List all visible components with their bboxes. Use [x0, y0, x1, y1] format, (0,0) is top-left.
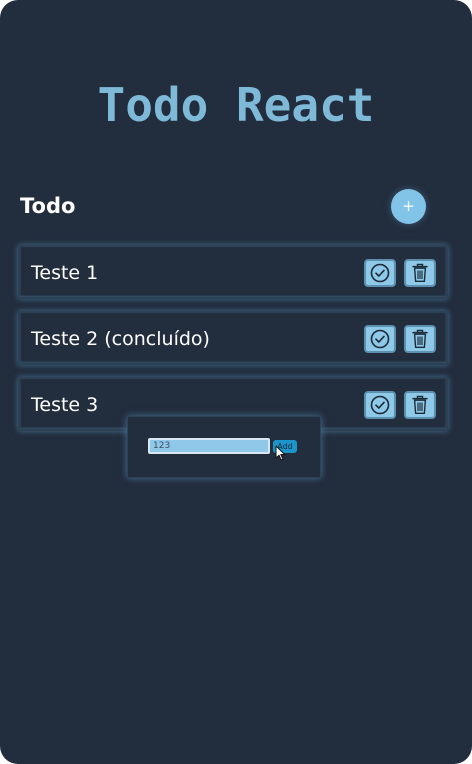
add-todo-button[interactable]: + — [391, 189, 426, 224]
trash-icon — [412, 263, 428, 282]
todo-label: Teste 1 — [31, 262, 99, 284]
delete-button[interactable] — [404, 325, 436, 353]
trash-icon — [412, 395, 428, 414]
todo-item: Teste 2 (concluído) — [18, 311, 448, 365]
mouse-pointer-icon — [275, 445, 286, 461]
app-title: Todo React — [97, 78, 375, 132]
check-circle-icon — [370, 395, 390, 415]
add-todo-popup: Add — [127, 416, 321, 478]
todo-label: Teste 3 — [31, 394, 99, 416]
check-circle-icon — [370, 329, 390, 349]
delete-button[interactable] — [404, 259, 436, 287]
todo-item: Teste 1 — [18, 245, 448, 299]
complete-button[interactable] — [364, 259, 396, 287]
check-circle-icon — [370, 263, 390, 283]
complete-button[interactable] — [364, 391, 396, 419]
todo-label: Teste 2 (concluído) — [31, 328, 210, 350]
section-title: Todo — [20, 194, 76, 218]
todo-input[interactable] — [148, 438, 270, 454]
complete-button[interactable] — [364, 325, 396, 353]
delete-button[interactable] — [404, 391, 436, 419]
trash-icon — [412, 329, 428, 348]
app-window: Todo React Todo + Teste 1 Teste 2 (concl… — [0, 0, 472, 764]
